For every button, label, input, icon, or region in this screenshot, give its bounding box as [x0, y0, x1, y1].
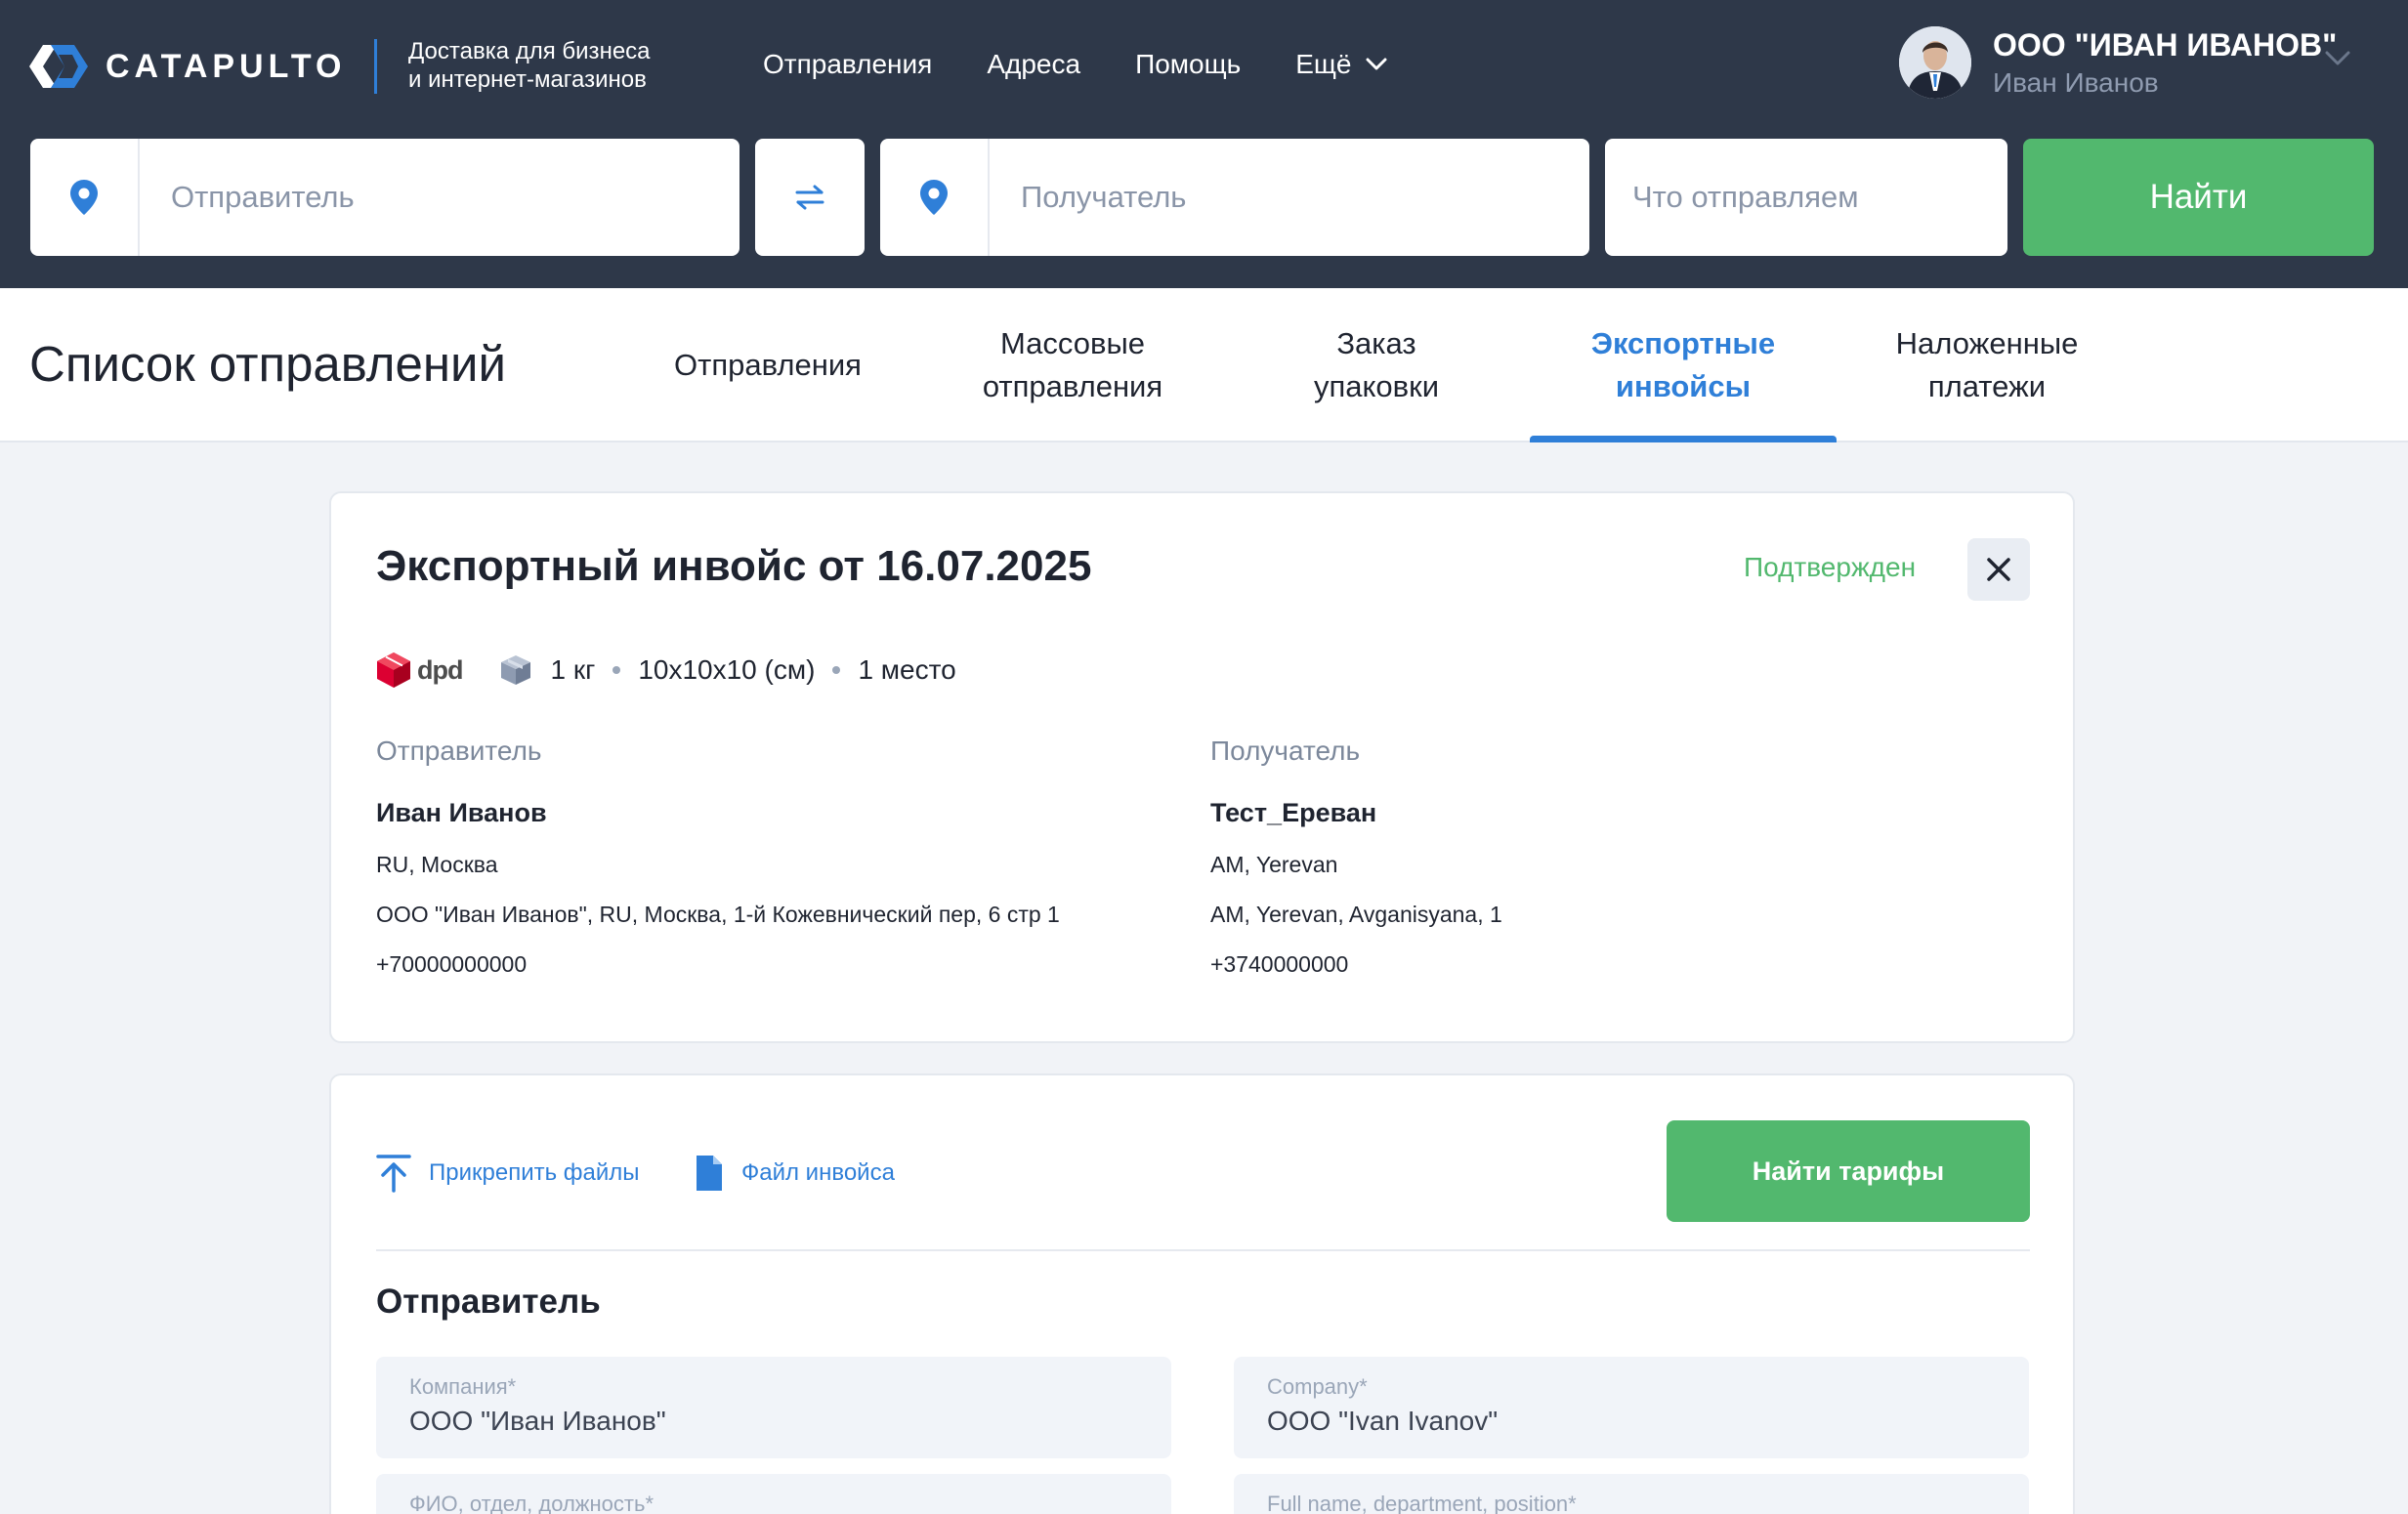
tab-label-line-2: упаковки: [1313, 369, 1440, 403]
sub-navigation: Список отправлений Отправления Массовые …: [0, 288, 2408, 442]
tab-packaging-order[interactable]: Заказ упаковки: [1254, 288, 1499, 442]
account-chevron-down-icon[interactable]: [2325, 51, 2350, 66]
page-title: Список отправлений: [29, 336, 506, 392]
company-ru-field[interactable]: Компания* ООО "Иван Иванов": [376, 1357, 1171, 1458]
tab-label-line-2: отправления: [982, 369, 1163, 403]
person-en-field[interactable]: Full name, department, position*: [1234, 1474, 2029, 1514]
upload-icon: [376, 1155, 411, 1193]
person-ru-field[interactable]: ФИО, отдел, должность*: [376, 1474, 1171, 1514]
tab-cod-payments[interactable]: Наложенные платежи: [1862, 288, 2112, 442]
location-pin-icon: [920, 180, 948, 215]
receiver-address: AM, Yerevan, Avganisyana, 1: [1210, 902, 1502, 927]
receiver-phone: +3740000000: [1210, 951, 1349, 977]
logo-mark-icon: [29, 45, 88, 88]
receiver-location: AM, Yerevan: [1210, 852, 1338, 877]
location-pin-icon: [70, 180, 98, 215]
dpd-cube-icon: [377, 652, 410, 688]
invoice-file-label: Файл инвойса: [741, 1159, 895, 1186]
account-company-name: ООО "ИВАН ИВАНОВ": [1993, 26, 2338, 63]
tab-label-line-2: платежи: [1927, 369, 2047, 403]
shipment-places: 1 место: [858, 654, 956, 685]
receiver-input[interactable]: [990, 139, 1589, 256]
carrier-logo: dpd: [376, 652, 463, 689]
field-value: ООО "Иван Иванов": [409, 1406, 666, 1436]
top-header: CATAPULTO Доставка для бизнеса и интерне…: [0, 0, 2408, 288]
user-photo-icon: [1899, 26, 1971, 99]
nav-more-label: Ещё: [1295, 49, 1352, 79]
what-input[interactable]: [1605, 139, 2007, 256]
chevron-down-icon: [1366, 58, 1387, 70]
tagline-line-1: Доставка для бизнеса: [408, 38, 651, 64]
receiver-details: Получатель Тест_Ереван AM, Yerevan AM, Y…: [1210, 736, 1502, 978]
tab-mass-shipments[interactable]: Массовые отправления: [951, 288, 1195, 442]
logo-divider: [374, 39, 377, 94]
attach-files-label: Прикрепить файлы: [429, 1159, 640, 1186]
receiver-pin-cell: [880, 139, 990, 256]
sender-details: Отправитель Иван Иванов RU, Москва ООО "…: [376, 736, 1060, 978]
tab-export-invoices[interactable]: Экспортные инвойсы: [1530, 288, 1837, 442]
separator-dot: [613, 666, 621, 674]
sender-label: Отправитель: [376, 736, 542, 766]
package-box-icon: [501, 655, 531, 685]
field-label: Компания*: [409, 1374, 517, 1399]
sender-phone: +70000000000: [376, 951, 528, 977]
tab-label-line-1: Заказ: [1336, 326, 1416, 360]
company-en-field[interactable]: Company* ООО "Ivan Ivanov": [1234, 1357, 2029, 1458]
close-icon: [1987, 558, 2010, 581]
account-user-name: Иван Иванов: [1993, 66, 2159, 98]
separator-dot: [832, 666, 841, 674]
section-title-sender: Отправитель: [376, 1283, 601, 1321]
swap-button[interactable]: [755, 139, 865, 256]
sender-location: RU, Москва: [376, 852, 498, 877]
main-nav: Отправления Адреса Помощь Ещё: [763, 43, 1387, 86]
tab-shipments[interactable]: Отправления: [645, 288, 891, 442]
shipment-meta: dpd 1 кг 10x10x10 (см) 1 место: [376, 650, 956, 691]
attach-files-link[interactable]: Прикрепить файлы: [376, 1154, 640, 1193]
tagline: Доставка для бизнеса и интернет-магазино…: [408, 37, 721, 94]
nav-help[interactable]: Помощь: [1135, 49, 1241, 80]
catapulto-logo[interactable]: CATAPULTO: [29, 41, 346, 92]
field-label: Company*: [1267, 1374, 1368, 1399]
logo-text: CATAPULTO: [106, 47, 347, 85]
sender-name: Иван Иванов: [376, 798, 547, 827]
invoice-file-link[interactable]: Файл инвойса: [695, 1154, 895, 1193]
field-label: Full name, department, position*: [1267, 1492, 1577, 1514]
nav-addresses[interactable]: Адреса: [987, 49, 1080, 80]
tagline-line-2: и интернет-магазинов: [408, 66, 647, 93]
invoice-title: Экспортный инвойс от 16.07.2025: [376, 542, 1092, 590]
invoice-form-card: Прикрепить файлы Файл инвойса Найти тари…: [329, 1073, 2075, 1514]
field-label: ФИО, отдел, должность*: [409, 1492, 655, 1514]
nav-shipments[interactable]: Отправления: [763, 49, 932, 80]
receiver-name: Тест_Ереван: [1210, 798, 1377, 827]
what-search-box: [1605, 139, 2007, 256]
document-icon: [697, 1156, 722, 1191]
sender-address: ООО "Иван Иванов", RU, Москва, 1-й Кожев…: [376, 902, 1060, 927]
tab-label: Отправления: [674, 348, 862, 382]
receiver-label: Получатель: [1210, 736, 1361, 766]
sender-pin-cell: [30, 139, 140, 256]
swap-arrows-icon: [795, 185, 824, 210]
receiver-search-box: [880, 139, 1589, 256]
account-text: ООО "ИВАН ИВАНОВ" Иван Иванов: [1993, 27, 2337, 99]
shipment-weight: 1 кг: [550, 654, 596, 685]
carrier-name: dpd: [417, 654, 463, 685]
tab-label-line-1: Массовые: [1000, 326, 1145, 360]
close-button[interactable]: [1967, 538, 2030, 601]
shipment-dimensions: 10x10x10 (см): [638, 654, 816, 685]
field-value: ООО "Ivan Ivanov": [1267, 1406, 1499, 1436]
divider: [376, 1249, 2030, 1251]
tab-label-line-1: Наложенные: [1895, 326, 2079, 360]
tab-label-line-1: Экспортные: [1590, 326, 1776, 360]
sender-search-box: [30, 139, 739, 256]
tab-label-line-2: инвойсы: [1615, 369, 1752, 403]
sender-input[interactable]: [140, 139, 739, 256]
invoice-summary-card: Экспортный инвойс от 16.07.2025 Подтверж…: [329, 491, 2075, 1043]
status-badge: Подтвержден: [1744, 552, 1917, 582]
find-tariffs-button[interactable]: Найти тарифы: [1667, 1120, 2030, 1222]
account-menu[interactable]: ООО "ИВАН ИВАНОВ" Иван Иванов: [1899, 25, 2337, 100]
avatar: [1899, 26, 1971, 99]
nav-more-dropdown[interactable]: Ещё: [1295, 49, 1387, 80]
find-button[interactable]: Найти: [2023, 139, 2374, 256]
